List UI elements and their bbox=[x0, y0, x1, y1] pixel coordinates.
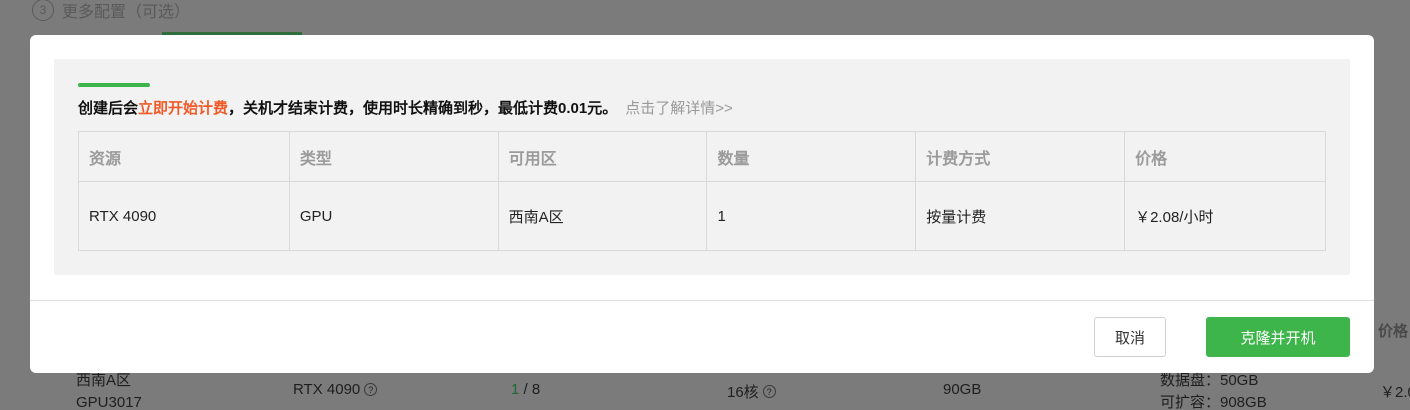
background-gpu-model: RTX 4090 bbox=[293, 381, 361, 398]
background-gpu-count: 1 / 8 bbox=[511, 381, 540, 398]
step-number: 3 bbox=[32, 0, 54, 21]
header-price: 价格 bbox=[1124, 131, 1326, 182]
clone-confirm-dialog: 创建后会立即开始计费，关机才结束计费，使用时长精确到秒，最低计费0.01元。 点击… bbox=[30, 35, 1374, 373]
header-quantity: 数量 bbox=[706, 131, 917, 182]
clone-and-start-button[interactable]: 克隆并开机 bbox=[1206, 317, 1350, 357]
notice-prefix: 创建后会 bbox=[78, 100, 139, 117]
background-total: / 8 bbox=[519, 381, 541, 398]
step-header: 3 更多配置（可选） bbox=[32, 0, 190, 22]
info-accent-bar bbox=[78, 83, 150, 87]
header-zone: 可用区 bbox=[497, 131, 708, 182]
resource-table: 资源 类型 可用区 数量 计费方式 价格 RTX 4090 GPU 西南A区 1 bbox=[78, 131, 1326, 251]
background-cpu: 16核 ? bbox=[727, 381, 776, 402]
background-price-header: 价格 bbox=[1378, 323, 1409, 340]
background-cpu-cores: 16核 bbox=[727, 384, 759, 401]
cancel-button[interactable]: 取消 bbox=[1094, 317, 1166, 357]
notice-highlight: 立即开始计费 bbox=[138, 100, 229, 117]
background-expandable: 可扩容：908GB bbox=[1160, 394, 1267, 410]
background-zone: 西南A区 GPU3017 bbox=[76, 370, 142, 410]
dialog-body: 创建后会立即开始计费，关机才结束计费，使用时长精确到秒，最低计费0.01元。 点击… bbox=[30, 35, 1374, 300]
help-icon: ? bbox=[364, 383, 378, 396]
table-row: RTX 4090 GPU 西南A区 1 按量计费 ￥2.08/小时 bbox=[78, 181, 1326, 251]
notice-suffix: ，关机才结束计费，使用时长精确到秒，最低计费0.01元。 bbox=[228, 100, 618, 117]
billing-info-box: 创建后会立即开始计费，关机才结束计费，使用时长精确到秒，最低计费0.01元。 点击… bbox=[54, 59, 1350, 275]
header-type: 类型 bbox=[288, 131, 499, 182]
background-disk: 数据盘：50GB 可扩容：908GB bbox=[1160, 370, 1267, 410]
cell-quantity: 1 bbox=[706, 181, 917, 251]
dialog-footer: 取消 克隆并开机 bbox=[30, 301, 1374, 373]
cell-resource: RTX 4090 bbox=[78, 181, 290, 251]
cell-billing-method: 按量计费 bbox=[915, 181, 1126, 251]
cell-type: GPU bbox=[288, 181, 499, 251]
step-title: 更多配置（可选） bbox=[62, 4, 191, 21]
help-icon: ? bbox=[762, 385, 776, 398]
background-gpu: RTX 4090 ? bbox=[293, 381, 378, 398]
billing-notice: 创建后会立即开始计费，关机才结束计费，使用时长精确到秒，最低计费0.01元。 点击… bbox=[78, 97, 733, 118]
cell-price: ￥2.08/小时 bbox=[1124, 181, 1326, 251]
background-table-row: 西南A区 GPU3017 RTX 4090 ? 1 / 8 16核 ? 90GB… bbox=[0, 368, 1410, 410]
table-header-row: 资源 类型 可用区 数量 计费方式 价格 bbox=[78, 131, 1326, 182]
cell-zone: 西南A区 bbox=[497, 181, 708, 251]
header-resource: 资源 bbox=[78, 131, 290, 182]
background-data-disk: 数据盘：50GB bbox=[1160, 372, 1259, 389]
background-memory: 90GB bbox=[943, 381, 982, 398]
header-billing-method: 计费方式 bbox=[915, 131, 1126, 182]
billing-details-link[interactable]: 点击了解详情>> bbox=[625, 100, 733, 117]
background-zone-name: 西南A区 bbox=[76, 372, 132, 389]
background-price: ￥2.0 bbox=[1380, 384, 1410, 401]
background-host-name: GPU3017 bbox=[76, 394, 142, 410]
